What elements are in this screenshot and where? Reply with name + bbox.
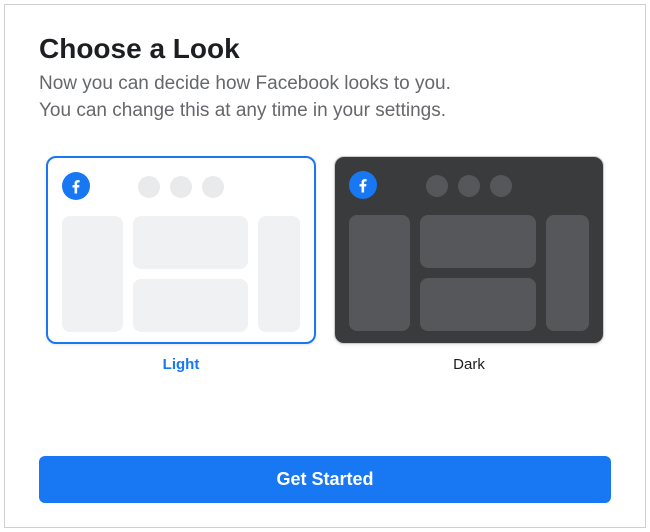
preview-dot [138,176,160,198]
dialog-subtitle: Now you can decide how Facebook looks to… [39,71,611,124]
dialog-title: Choose a Look [39,33,611,65]
theme-options: Light [39,156,611,373]
preview-block [133,279,248,332]
spacer [39,415,611,456]
preview-dot [490,175,512,197]
preview-block-mid [133,216,248,332]
preview-block [546,215,589,331]
get-started-button[interactable]: Get Started [39,456,611,503]
preview-dot [170,176,192,198]
dark-preview-dots [349,171,589,197]
preview-block [62,216,123,332]
preview-block [133,216,248,269]
preview-dot [458,175,480,197]
dark-preview-card [334,156,604,344]
dialog-container: Choose a Look Now you can decide how Fac… [4,4,646,528]
light-preview-card [46,156,316,344]
facebook-logo-icon [62,172,90,200]
dark-preview-blocks [349,215,589,331]
light-preview-blocks [62,216,300,332]
preview-dot [426,175,448,197]
theme-option-light[interactable]: Light [46,156,316,373]
subtitle-line-2: You can change this at any time in your … [39,100,446,121]
preview-block [420,215,536,268]
light-theme-label: Light [163,356,200,373]
preview-block [420,278,536,331]
facebook-logo-icon [349,171,377,199]
preview-block [349,215,410,331]
subtitle-line-1: Now you can decide how Facebook looks to… [39,73,451,94]
dark-theme-label: Dark [453,356,485,373]
preview-dot [202,176,224,198]
preview-block-mid [420,215,536,331]
light-preview-dots [62,172,300,198]
preview-block [258,216,300,332]
theme-option-dark[interactable]: Dark [334,156,604,373]
